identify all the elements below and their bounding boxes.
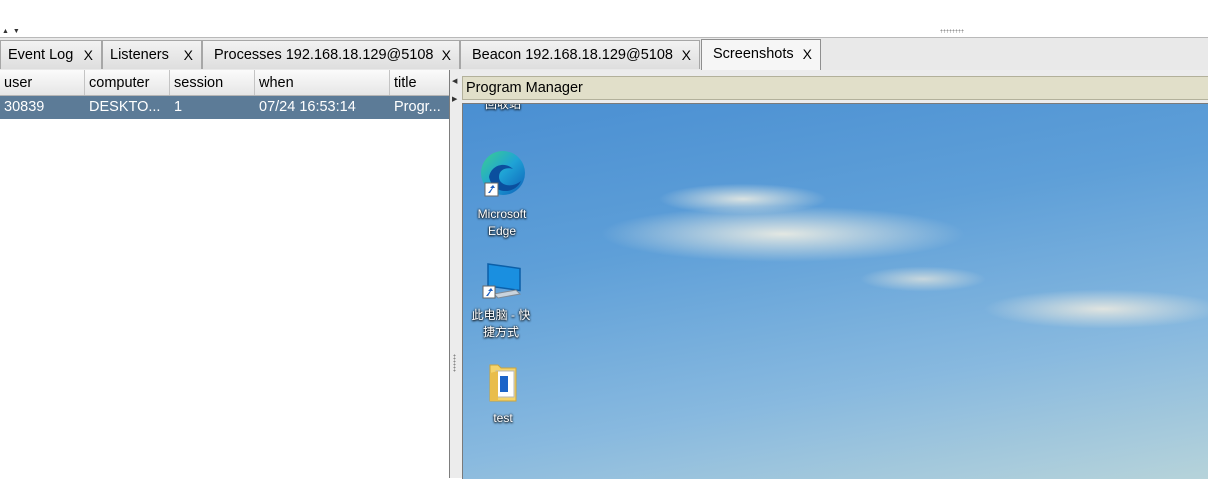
window-title: Program Manager	[466, 80, 583, 96]
tab-listeners[interactable]: Listeners X	[102, 40, 202, 69]
folder-icon	[489, 364, 517, 402]
column-header-user[interactable]: user	[0, 70, 85, 95]
tab-label: Event Log	[8, 47, 74, 63]
desktop-icon-label: Microsoft Edge	[477, 207, 527, 238]
column-header-title[interactable]: title	[390, 70, 449, 95]
tab-close-button[interactable]: X	[184, 47, 193, 63]
cell-computer: DESKTO...	[89, 99, 161, 115]
table-row[interactable]: 30839 DESKTO... 1 07/24 16:53:14 Progr..…	[0, 96, 449, 119]
tab-screenshots[interactable]: Screenshots X	[701, 39, 821, 70]
window-title-bar: Program Manager	[462, 76, 1208, 100]
desktop-icon-recycle-bin: 回收站	[468, 103, 538, 113]
cell-session: 1	[174, 99, 183, 115]
tab-close-button[interactable]: X	[682, 47, 691, 63]
desktop-icon-label: 回收站	[484, 103, 521, 111]
tab-close-button[interactable]: X	[442, 47, 451, 63]
column-header-computer[interactable]: computer	[85, 70, 170, 95]
computer-icon	[482, 263, 522, 299]
cell-user: 30839	[4, 99, 45, 115]
column-header-when[interactable]: when	[255, 70, 390, 95]
screenshot-viewer: Program Manager 回收站 Microsoft Edge 此电脑 -…	[460, 70, 1208, 479]
split-collapse-arrows[interactable]: ▲▼	[2, 28, 24, 35]
desktop-icon-test-folder: test	[468, 359, 538, 427]
table-header: user computer session when title	[0, 70, 449, 96]
tab-close-button[interactable]: X	[803, 46, 812, 62]
tab-close-button[interactable]: X	[84, 47, 93, 63]
desktop-icon-label: test	[493, 411, 513, 425]
tab-event-log[interactable]: Event Log X	[0, 40, 102, 69]
column-header-session[interactable]: session	[170, 70, 255, 95]
tab-processes[interactable]: Processes 192.168.18.129@5108 X	[202, 40, 460, 69]
tab-bar: Event Log X Listeners X Processes 192.16…	[0, 37, 1208, 71]
top-panel-area	[0, 0, 1208, 29]
divider-collapse-left-arrow[interactable]: ◀	[452, 78, 457, 85]
split-divider[interactable]	[450, 70, 460, 478]
tab-label: Beacon 192.168.18.129@5108	[472, 47, 673, 63]
tab-beacon[interactable]: Beacon 192.168.18.129@5108 X	[460, 40, 700, 69]
desktop-icon-label: 此电脑 - 快捷方式	[471, 308, 531, 339]
divider-collapse-right-arrow[interactable]: ▶	[452, 96, 457, 103]
tab-label: Processes 192.168.18.129@5108	[214, 47, 434, 63]
cell-when: 07/24 16:53:14	[259, 99, 356, 115]
tab-label: Screenshots	[713, 46, 794, 62]
cell-title: Progr...	[394, 99, 441, 115]
desktop-icon-edge: Microsoft Edge	[467, 149, 537, 240]
screenshot-image: 回收站 Microsoft Edge 此电脑 - 快捷方式 test	[462, 103, 1208, 479]
screenshots-table: user computer session when title 30839 D…	[0, 70, 450, 478]
tab-label: Listeners	[110, 47, 169, 63]
desktop-icon-this-pc: 此电脑 - 快捷方式	[466, 256, 536, 341]
divider-grip[interactable]	[453, 354, 456, 372]
edge-icon	[481, 151, 525, 197]
split-resize-grip[interactable]	[940, 29, 964, 33]
